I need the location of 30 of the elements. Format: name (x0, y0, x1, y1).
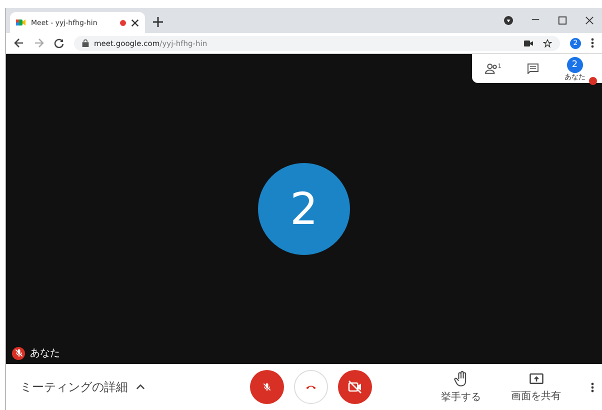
participant-name: あなた (30, 347, 60, 360)
raise-hand-button[interactable]: 挙手する (441, 370, 481, 404)
meet-logo-icon (16, 18, 26, 27)
hand-icon (454, 370, 468, 386)
more-icon[interactable] (591, 382, 594, 392)
participant-avatar: 2 (258, 163, 350, 255)
reload-icon[interactable] (54, 38, 64, 48)
camera-off-icon (347, 379, 363, 395)
star-icon[interactable] (543, 38, 552, 48)
people-icon[interactable] (484, 63, 498, 74)
maximize-icon[interactable] (558, 16, 567, 25)
media-control-icon[interactable] (504, 16, 513, 25)
mic-off-icon (262, 382, 272, 392)
notification-badge (589, 76, 598, 84)
chevron-up-icon (136, 384, 145, 390)
present-screen-icon (528, 372, 544, 386)
chat-icon[interactable] (526, 63, 539, 74)
phone-hang-up-icon (305, 384, 317, 390)
new-tab-icon[interactable] (153, 17, 163, 27)
lock-icon (82, 39, 89, 47)
close-icon[interactable] (585, 16, 594, 25)
close-icon[interactable] (131, 18, 139, 26)
camera-button[interactable] (338, 370, 372, 404)
more-icon[interactable] (591, 38, 594, 48)
microphone-button[interactable] (250, 370, 284, 404)
present-screen-button[interactable]: 画面を共有 (511, 372, 561, 402)
camera-icon[interactable] (524, 40, 533, 46)
back-icon[interactable] (14, 38, 24, 48)
self-avatar: 2 (566, 56, 583, 72)
meeting-details-button[interactable]: ミーティングの詳細 (20, 378, 250, 396)
